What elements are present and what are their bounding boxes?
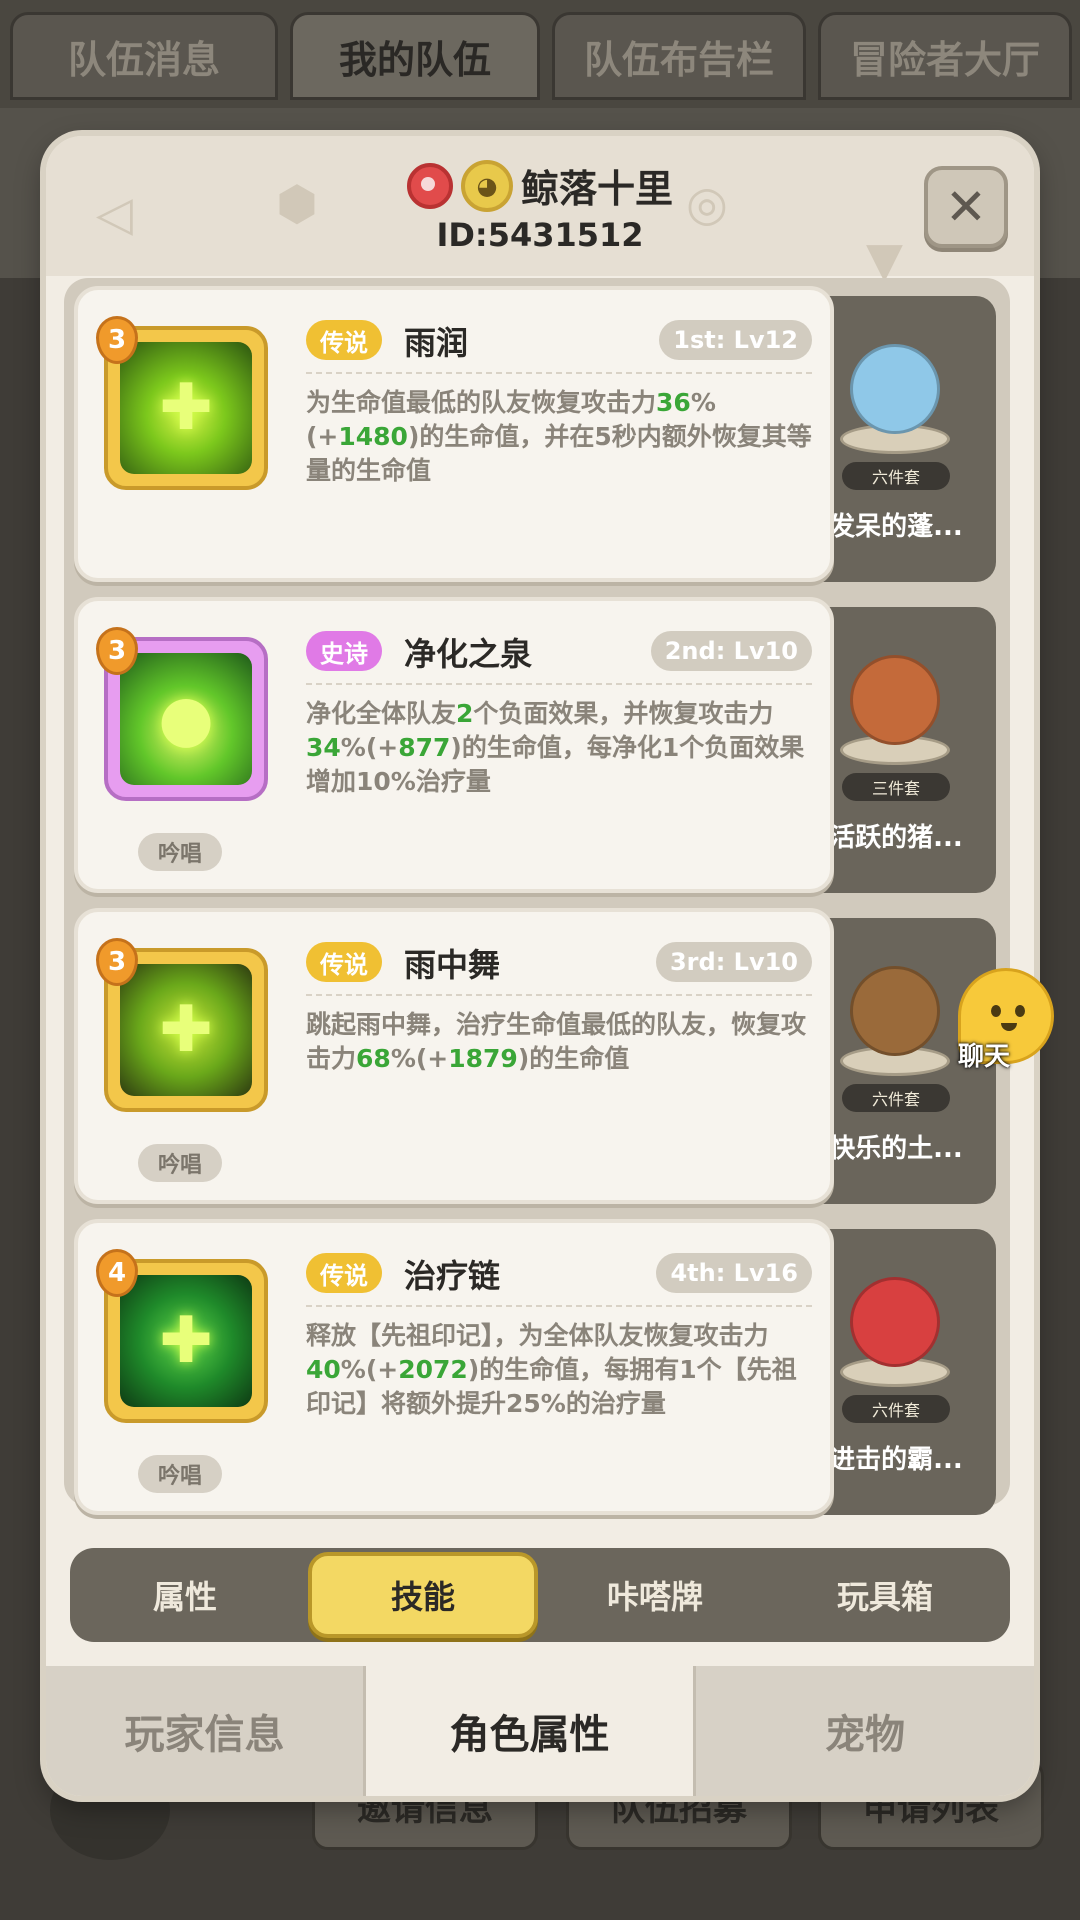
skill-row: 六件套 发呆的蓬... ✚ 3 传说 雨润 1st: Lv12 为生命值最低的队… (64, 286, 1010, 586)
desc-value: 68 (356, 1044, 391, 1073)
skill-row: 六件套 快乐的土... ✚ 3 吟唱 传说 雨中舞 3rd: Lv10 跳起雨中… (64, 908, 1010, 1208)
tab-kada-cards[interactable]: 咔嗒牌 (540, 1548, 770, 1642)
skill-rank: 4th: Lv16 (656, 1253, 812, 1293)
tab-skills[interactable]: 技能 (308, 1552, 538, 1638)
desc-value: 877 (398, 733, 451, 762)
divider (306, 372, 812, 374)
pet-figure-icon (836, 956, 954, 1076)
desc-value: 2072 (398, 1355, 468, 1384)
desc-text: 个负面效果，并恢复攻击力 (473, 699, 774, 728)
skill-description: 为生命值最低的队友恢复攻击力36%(+1480)的生命值，并在5秒内额外恢复其等… (306, 386, 812, 488)
tab-team-board[interactable]: 队伍布告栏 (552, 12, 806, 100)
pet-set-badge: 六件套 (842, 1395, 950, 1423)
skill-name: 雨中舞 (404, 946, 501, 984)
divider (306, 994, 812, 996)
tab-team-messages[interactable]: 队伍消息 (10, 12, 278, 100)
desc-text: 净化全体队友 (306, 699, 457, 728)
skill-glyph: ● (158, 682, 214, 756)
chat-face-mouth (1001, 1023, 1017, 1031)
water-drop-icon: ● (120, 653, 252, 785)
skill-card[interactable]: ● 3 吟唱 史诗 净化之泉 2nd: Lv10 净化全体队友2个负面效果，并恢… (74, 597, 834, 893)
desc-text: )的生命值 (517, 1044, 630, 1073)
skill-description: 净化全体队友2个负面效果，并恢复攻击力34%(+877)的生命值，每净化1个负面… (306, 697, 812, 799)
pet-body (850, 344, 940, 434)
skill-rank: 1st: Lv12 (659, 320, 812, 360)
rarity-badge: 传说 (306, 1253, 382, 1293)
skill-glyph: ✚ (159, 1304, 213, 1378)
skill-card[interactable]: ✚ 3 传说 雨润 1st: Lv12 为生命值最低的队友恢复攻击力36%(+1… (74, 286, 834, 582)
close-button[interactable]: ✕ (924, 166, 1008, 248)
pet-body (850, 655, 940, 745)
tab-pets[interactable]: 宠物 (696, 1666, 1034, 1796)
pet-set-badge: 三件套 (842, 773, 950, 801)
chat-face-eye (991, 1005, 1001, 1017)
player-name-row: ◕ 鲸落十里 (46, 158, 1034, 213)
skill-card[interactable]: ✚ 3 吟唱 传说 雨中舞 3rd: Lv10 跳起雨中舞，治疗生命值最低的队友… (74, 908, 834, 1204)
player-info-dialog: ◁ ⬢ ◎ ▼ ◕ 鲸落十里 ID:5431512 ✕ 六件套 发呆的蓬... … (46, 136, 1034, 1796)
desc-text: %(+ (340, 1355, 399, 1384)
dialog-header: ◁ ⬢ ◎ ▼ ◕ 鲸落十里 ID:5431512 ✕ (46, 136, 1034, 288)
tab-player-info[interactable]: 玩家信息 (46, 1666, 366, 1796)
tab-character-attributes[interactable]: 角色属性 (366, 1666, 696, 1796)
pet-set-badge: 六件套 (842, 462, 950, 490)
divider (306, 1305, 812, 1307)
player-id: ID:5431512 (436, 216, 644, 254)
chat-face-eye (1015, 1005, 1025, 1017)
skill-glyph: ✚ (159, 993, 213, 1067)
skill-row: 三件套 活跃的猪... ● 3 吟唱 史诗 净化之泉 2nd: Lv10 净化全… (64, 597, 1010, 897)
rarity-badge: 传说 (306, 942, 382, 982)
chat-label: 聊天 (958, 1042, 1011, 1072)
tab-attributes[interactable]: 属性 (70, 1548, 300, 1642)
skill-glyph: ✚ (159, 371, 213, 445)
avatar: ◕ (460, 159, 513, 212)
player-name: 鲸落十里 (520, 167, 673, 211)
key-icon (406, 162, 453, 209)
chant-tag: 吟唱 (138, 833, 222, 871)
chant-tag: 吟唱 (138, 1455, 222, 1493)
pet-figure-icon (836, 645, 954, 765)
chant-tag: 吟唱 (138, 1144, 222, 1182)
sub-tab-bar: 属性 技能 咔嗒牌 玩具箱 (70, 1548, 1010, 1642)
skill-rank: 2nd: Lv10 (650, 631, 812, 671)
skill-name: 治疗链 (404, 1257, 501, 1295)
skill-row: 六件套 进击的霸... ✚ 4 吟唱 传说 治疗链 4th: Lv16 释放【先… (64, 1219, 1010, 1519)
desc-text: %(+ (390, 1044, 449, 1073)
skill-card[interactable]: ✚ 4 吟唱 传说 治疗链 4th: Lv16 释放【先祖印记】，为全体队友恢复… (74, 1219, 834, 1515)
desc-value: 34 (306, 733, 341, 762)
skill-rank: 3rd: Lv10 (655, 942, 812, 982)
dance-heal-icon: ✚ (120, 964, 252, 1096)
pet-body (850, 1277, 940, 1367)
skill-name: 净化之泉 (404, 635, 533, 673)
pet-body (850, 966, 940, 1056)
pet-set-badge: 六件套 (842, 1084, 950, 1112)
desc-value: 36 (656, 388, 691, 417)
heal-chain-icon: ✚ (120, 1275, 252, 1407)
bottom-tab-bar: 玩家信息 角色属性 宠物 (46, 1666, 1034, 1796)
skill-description: 跳起雨中舞，治疗生命值最低的队友，恢复攻击力68%(+1879)的生命值 (306, 1008, 812, 1076)
pet-figure-icon (836, 334, 954, 454)
heal-cross-icon: ✚ (120, 342, 252, 474)
desc-value: 2 (456, 699, 474, 728)
tab-adventurer-hall[interactable]: 冒险者大厅 (818, 12, 1072, 100)
desc-value: 1480 (338, 422, 408, 451)
divider (306, 683, 812, 685)
desc-text: %(+ (340, 733, 399, 762)
desc-text: 释放【先祖印记】，为全体队友恢复攻击力 (306, 1321, 769, 1350)
background-tab-bar: 队伍消息 我的队伍 队伍布告栏 冒险者大厅 (0, 0, 1080, 110)
tab-toy-box[interactable]: 玩具箱 (770, 1548, 1000, 1642)
skill-list: 六件套 发呆的蓬... ✚ 3 传说 雨润 1st: Lv12 为生命值最低的队… (64, 278, 1010, 1515)
desc-text: 为生命值最低的队友恢复攻击力 (306, 388, 657, 417)
rarity-badge: 史诗 (306, 631, 382, 671)
skill-description: 释放【先祖印记】，为全体队友恢复攻击力40%(+2072)的生命值，每拥有1个【… (306, 1319, 812, 1421)
rarity-badge: 传说 (306, 320, 382, 360)
desc-value: 1879 (448, 1044, 518, 1073)
skill-name: 雨润 (404, 324, 469, 362)
desc-value: 40 (306, 1355, 341, 1384)
pet-figure-icon (836, 1267, 954, 1387)
tab-my-team[interactable]: 我的队伍 (290, 12, 540, 100)
